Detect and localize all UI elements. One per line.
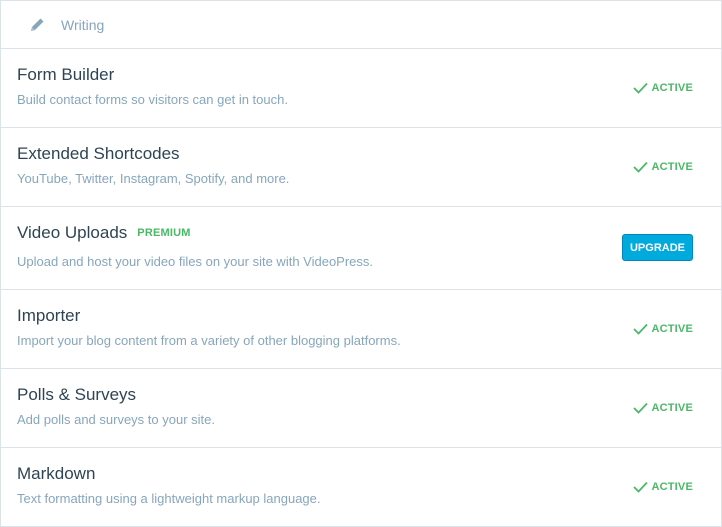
module-row-polls-surveys: Polls & Surveys Add polls and surveys to… [1, 369, 721, 448]
module-description: Add polls and surveys to your site. [17, 412, 215, 427]
checkmark-icon [633, 323, 649, 335]
premium-badge: PREMIUM [137, 227, 191, 239]
status-label: ACTIVE [651, 481, 693, 493]
module-name-text: Video Uploads [17, 223, 128, 242]
module-description: Import your blog content from a variety … [17, 333, 401, 348]
section-title: Writing [61, 16, 105, 33]
writing-settings-panel: Writing Form Builder Build contact forms… [0, 0, 722, 527]
module-row-form-builder: Form Builder Build contact forms so visi… [1, 49, 721, 128]
module-row-markdown: Markdown Text formatting using a lightwe… [1, 448, 721, 526]
pencil-icon [27, 15, 47, 35]
active-status: ACTIVE [633, 161, 693, 173]
module-name: Markdown [17, 464, 96, 483]
module-description: Text formatting using a lightweight mark… [17, 491, 321, 506]
module-row-video-uploads: Video Uploads PREMIUM Upload and host you… [1, 207, 721, 290]
module-description: Upload and host your video files on your… [17, 254, 374, 269]
module-description: Build contact forms so visitors can get … [17, 92, 288, 107]
module-name: Importer [17, 306, 81, 325]
status-label: ACTIVE [651, 323, 693, 335]
upgrade-button[interactable]: UPGRADE [621, 234, 693, 261]
checkmark-icon [633, 402, 649, 414]
checkmark-icon [633, 82, 649, 94]
module-name: Polls & Surveys [17, 385, 137, 404]
status-label: ACTIVE [651, 402, 693, 414]
module-row-importer: Importer Import your blog content from a… [1, 290, 721, 369]
module-row-extended-shortcodes: Extended Shortcodes YouTube, Twitter, In… [1, 128, 721, 207]
status-label: ACTIVE [651, 82, 693, 94]
module-name: Video Uploads PREMIUM [17, 223, 191, 243]
module-description: YouTube, Twitter, Instagram, Spotify, an… [17, 171, 290, 186]
module-name: Extended Shortcodes [17, 144, 180, 163]
active-status: ACTIVE [633, 323, 693, 335]
status-label: ACTIVE [651, 161, 693, 173]
checkmark-icon [633, 161, 649, 173]
checkmark-icon [633, 481, 649, 493]
active-status: ACTIVE [633, 481, 693, 493]
module-name: Form Builder [17, 65, 115, 84]
section-header: Writing [1, 1, 721, 49]
active-status: ACTIVE [633, 82, 693, 94]
active-status: ACTIVE [633, 402, 693, 414]
